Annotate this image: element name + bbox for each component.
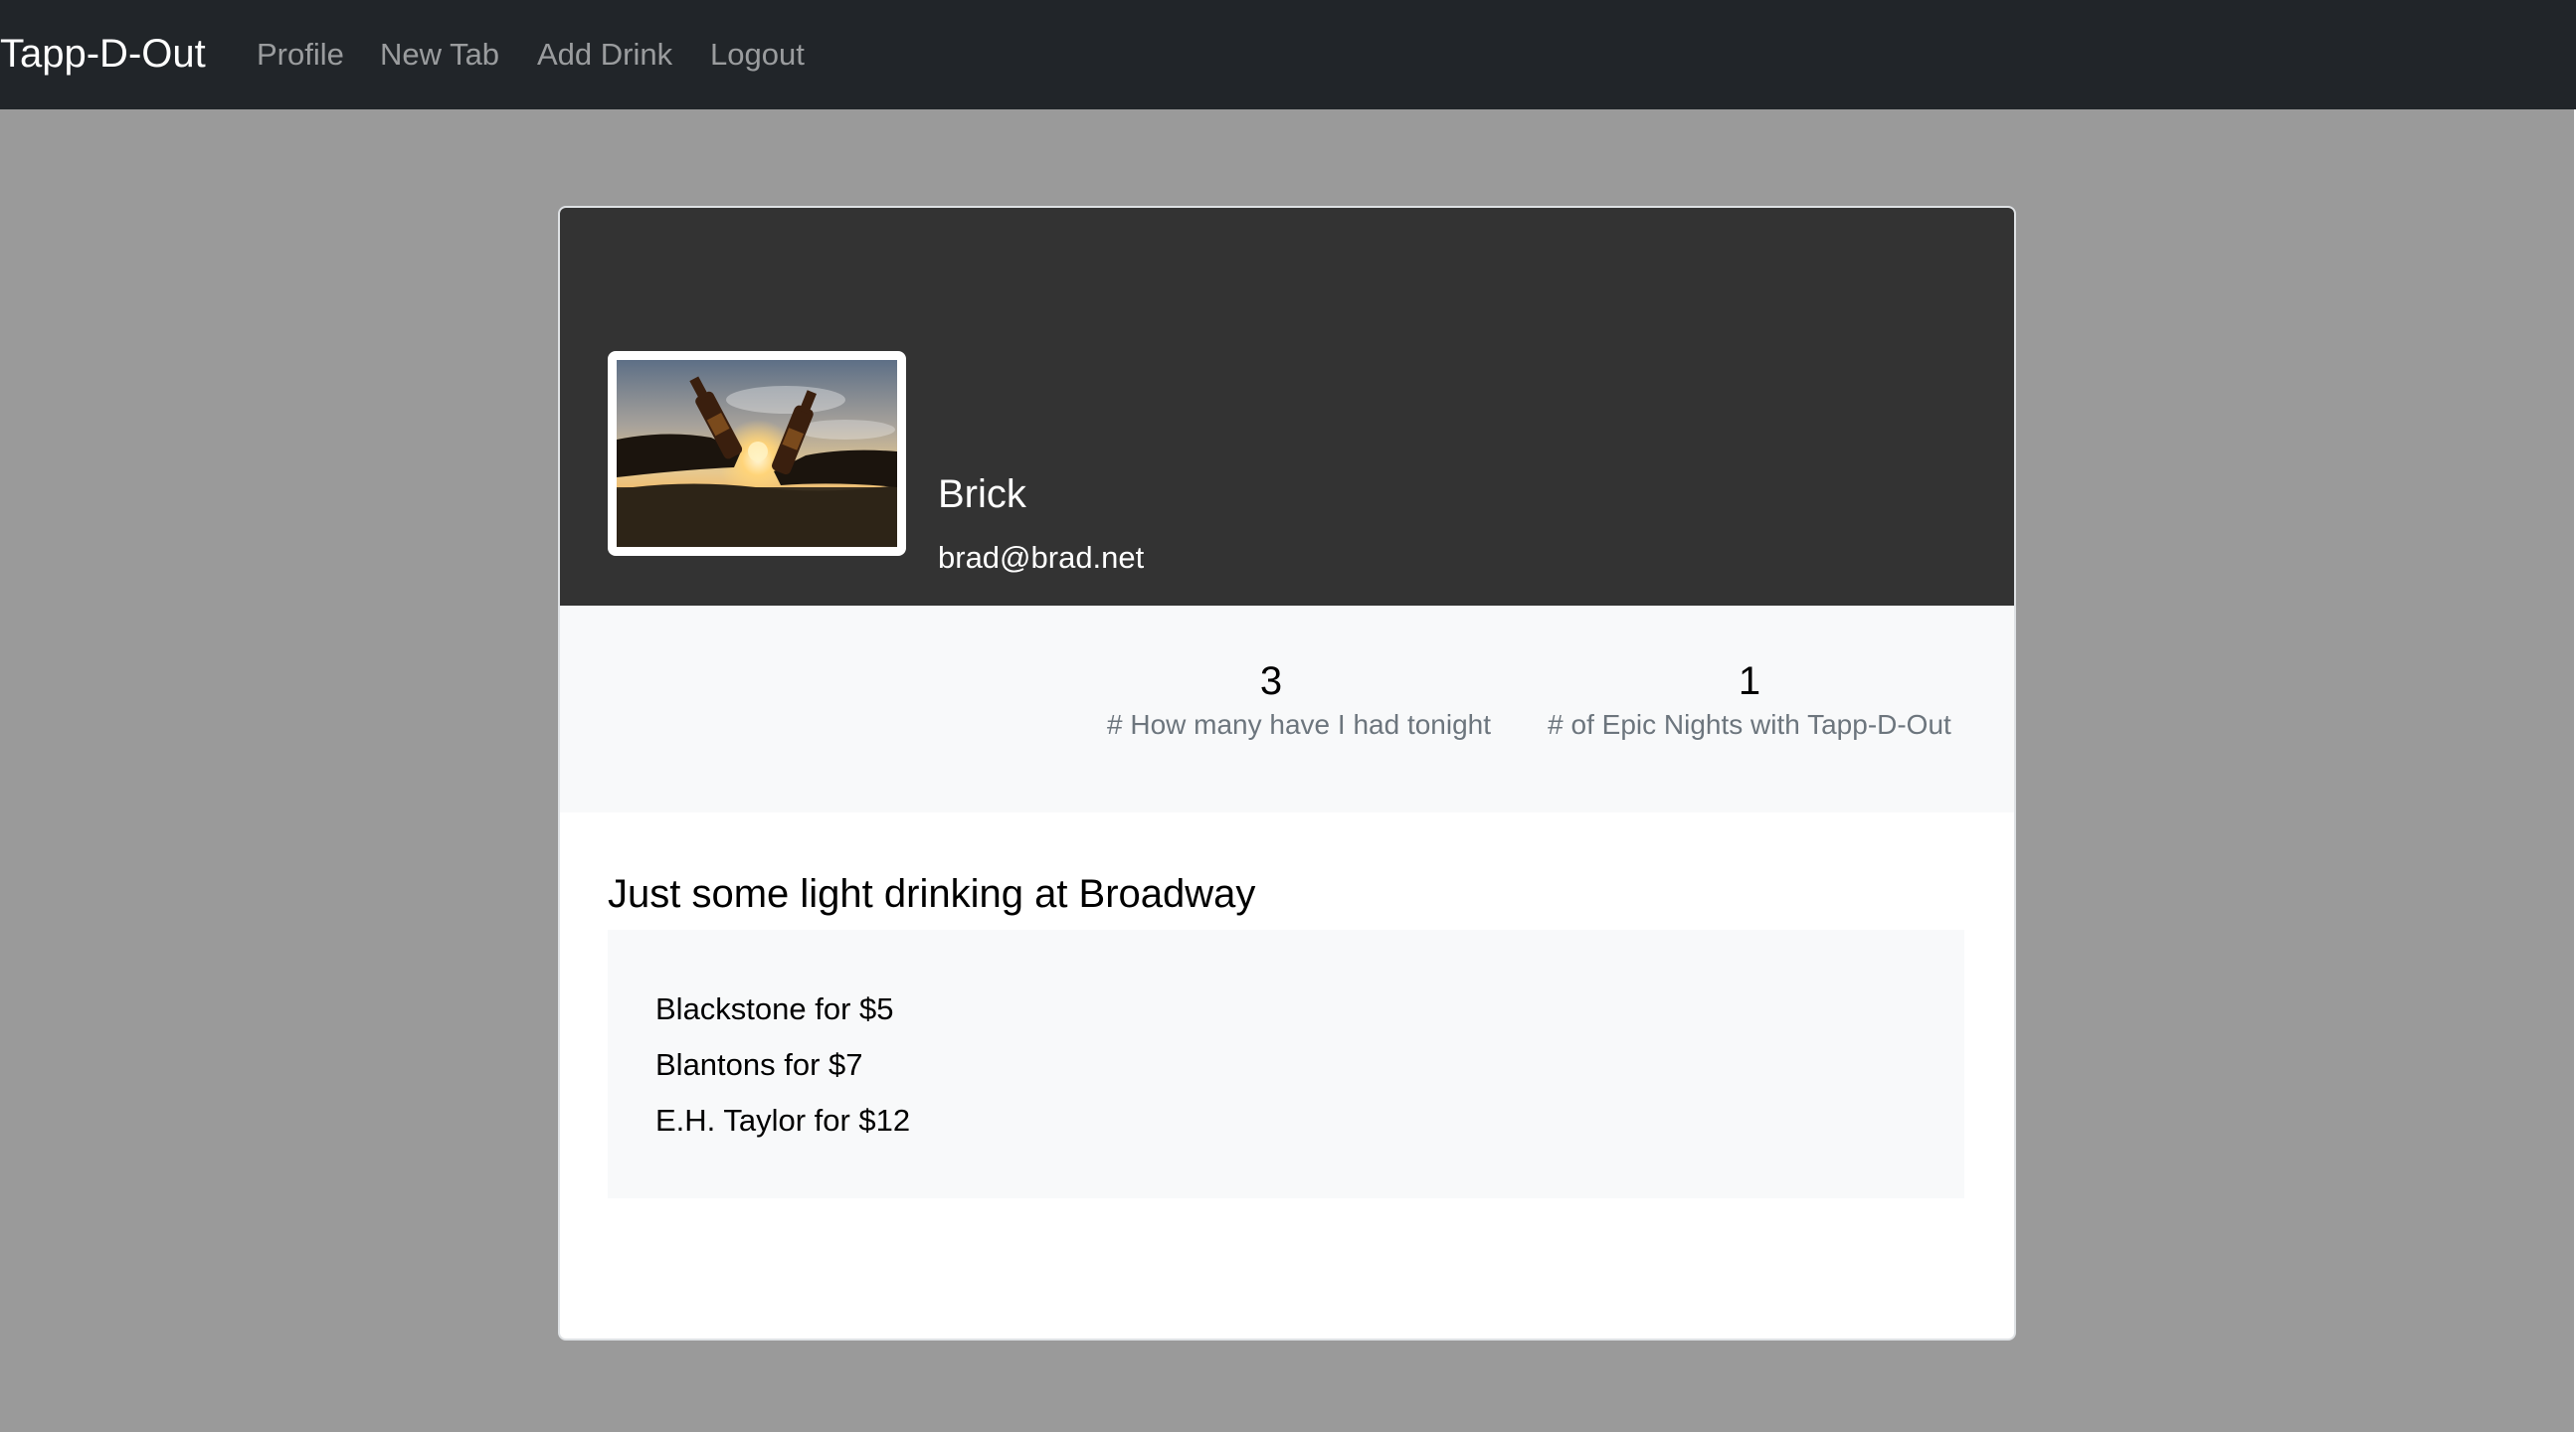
list-item: Blantons for $7 [655,1047,863,1082]
profile-card: Brick brad@brad.net 3 # How many have I … [558,206,2016,1341]
brand-link[interactable]: Tapp-D-Out [0,28,206,80]
stat-value: 1 [1738,659,1761,703]
profile-name: Brick [938,472,1026,516]
stat-drinks-tonight: 3 # How many have I had tonight [1107,657,1492,745]
stat-label: # How many have I had tonight [1107,709,1492,740]
stats-bar: 3 # How many have I had tonight 1 # of E… [560,606,2014,812]
profile-header: Brick brad@brad.net [560,208,2014,606]
beer-toast-photo [617,360,897,547]
stat-value: 3 [1259,659,1283,703]
nav-add-drink-link[interactable]: Add Drink [537,33,672,77]
nav-profile-link[interactable]: Profile [257,33,344,77]
stat-label: # of Epic Nights with Tapp-D-Out [1548,709,1951,740]
drink-list: Blackstone for $5 Blantons for $7 E.H. T… [608,930,1964,1198]
stat-epic-nights: 1 # of Epic Nights with Tapp-D-Out [1531,657,1968,745]
list-item: Blackstone for $5 [655,991,894,1026]
nav-new-tab-link[interactable]: New Tab [380,33,499,77]
list-item: E.H. Taylor for $12 [655,1103,911,1138]
nav-logout-link[interactable]: Logout [710,33,805,77]
session-title: Just some light drinking at Broadway [608,872,1256,916]
profile-email: brad@brad.net [938,540,1145,575]
top-navbar: Tapp-D-Out Profile New Tab Add Drink Log… [0,0,2576,109]
avatar [608,351,906,556]
